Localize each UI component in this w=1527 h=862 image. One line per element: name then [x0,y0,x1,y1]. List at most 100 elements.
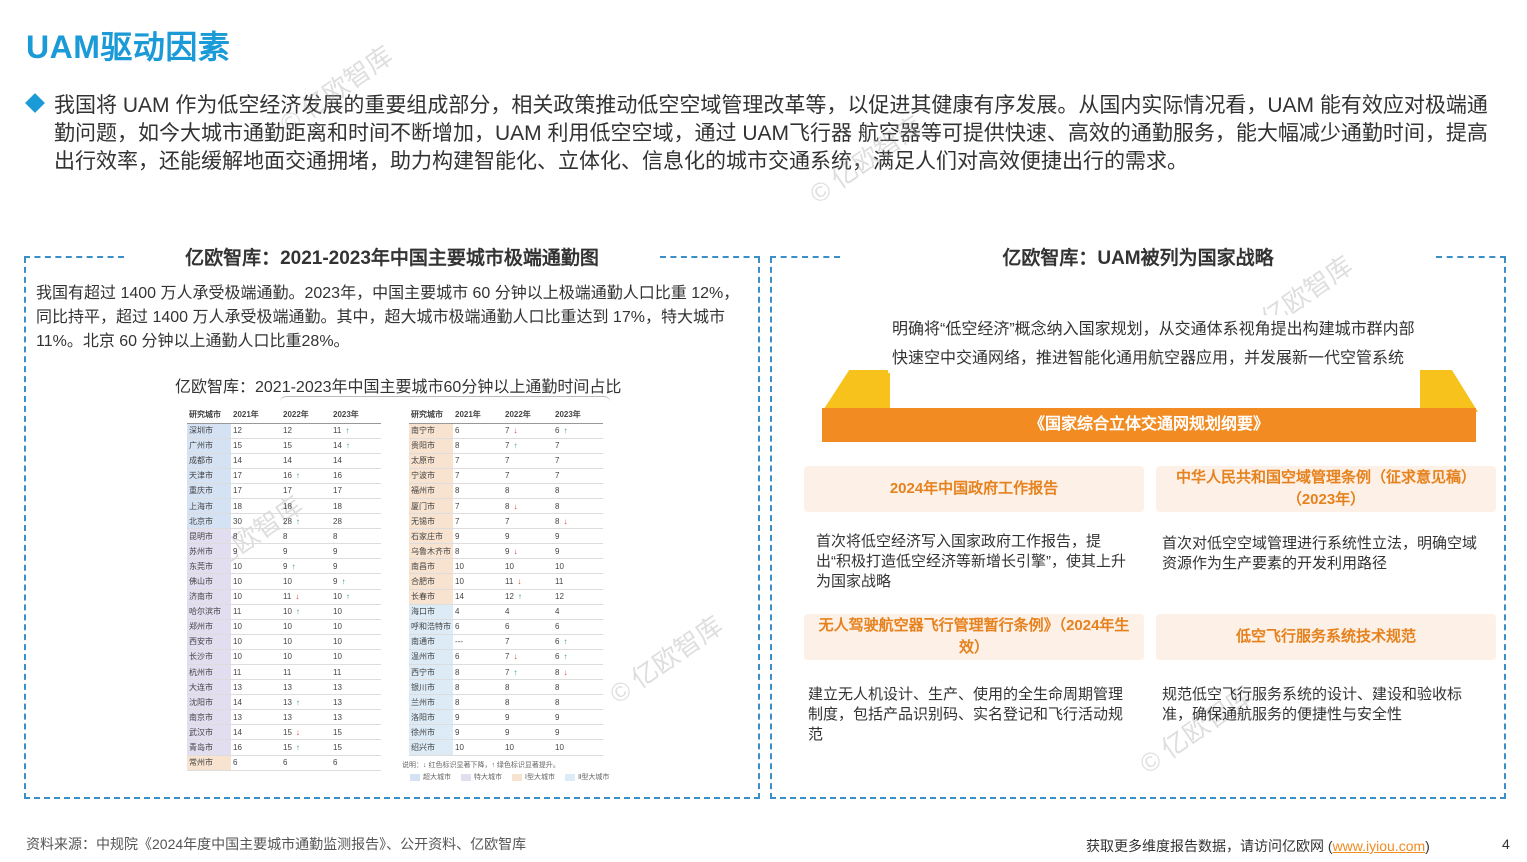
value-cell-2022: 6 [503,619,553,635]
value-text: 13 [283,697,292,707]
table-row: 银川市 8 8 8 [409,679,603,696]
col-header: 2022年 [503,407,553,424]
table-legend-types: 超大城市 特大城市 Ⅰ型大城市 Ⅱ型大城市 [402,772,609,782]
value-text: 7 [555,471,560,481]
value-text: 10 [233,592,242,602]
value-text: 6 [233,758,238,768]
value-cell-2021: 10 [453,558,503,575]
value-text: 7 [505,441,510,451]
value-text: 10 [233,561,242,571]
table-row: 贵阳市 8 7 ↑ 7 [409,438,603,454]
city-cell: 重庆市 [187,483,231,499]
value-text: 8 [555,682,560,692]
value-text: 18 [233,501,242,511]
value-cell-2023: 9 [553,543,603,560]
value-text: 14 [283,456,292,466]
value-cell-2022: 12 ↑ [503,589,553,605]
value-text: 9 [555,546,560,556]
table-row: 广州市 15 15 14 ↑ [187,438,381,454]
value-cell-2023: 10 [331,649,381,666]
value-cell-2023: 15 [331,724,381,741]
value-cell-2022: 13 ↑ [281,694,331,711]
source-note: 资料来源：中规院《2024年度中国主要城市通勤监测报告》、公开资料、亿欧智库 [26,836,527,852]
value-cell-2021: 7 [453,453,503,469]
value-text: 18 [283,501,292,511]
value-cell-2022: 8 [503,679,553,696]
value-cell-2023: 10 ↑ [331,589,381,605]
legend-label: 超大城市 [423,774,451,781]
value-cell-2023: 6 ↑ [553,423,603,439]
arrow-up-icon: ↑ [295,607,300,617]
value-cell-2021: 9 [453,724,503,741]
table-row: 昆明市 8 8 8 [187,528,381,545]
value-text: 13 [283,682,292,692]
table-row: 石家庄市 9 9 9 [409,528,603,545]
arrow-down-icon: ↓ [295,592,300,602]
city-cell: 佛山市 [187,573,231,590]
value-cell-2021: 10 [231,573,281,590]
city-cell: 大连市 [187,679,231,696]
arrow-up-icon: ↑ [295,516,300,526]
value-cell-2022: 10 [281,634,331,650]
value-cell-2023: 10 [331,619,381,635]
city-cell: 武汉市 [187,724,231,741]
table-row: 南昌市 10 10 10 [409,558,603,575]
table-row: 厦门市 7 8 ↓ 8 [409,498,603,515]
value-cell-2022: 13 [281,709,331,726]
value-cell-2021: 13 [231,679,281,696]
value-cell-2022: 7 ↓ [503,649,553,666]
card-text-gov-report: 首次将低空经济写入国家政府工作报告，提出“积极打造低空经济等新增长引擎”，使其上… [816,533,1126,590]
value-text: 10 [333,592,342,602]
table-row: 青岛市 16 15 ↑ 15 [187,739,381,756]
city-cell: 深圳市 [187,423,231,439]
table-row: 合肥市 10 11 ↓ 11 [409,573,603,590]
value-cell-2022: 9 [503,709,553,726]
arrow-up-icon: ↑ [345,592,350,602]
city-cell: 南通市 [409,634,453,650]
commute-table-left: 研究城市 2021年 2022年 2023年 深圳市 12 12 11 ↑ 广州市 15 15… [187,407,381,771]
value-text: 11 [333,667,342,677]
value-text: 6 [333,758,338,768]
iyiou-link[interactable]: www.iyiou.com [1333,838,1426,854]
arrow-up-icon: ↑ [341,576,346,586]
value-text: 17 [233,471,242,481]
value-text: 9 [455,531,460,541]
value-text: 11 [283,667,292,677]
value-text: 9 [283,546,288,556]
value-text: 14 [233,456,242,466]
value-cell-2021: 9 [231,543,281,560]
value-text: 4 [505,607,510,617]
value-cell-2023: 16 [331,468,381,484]
value-cell-2021: 14 [231,724,281,741]
value-cell-2022: 11 [281,664,331,681]
city-cell: 广州市 [187,438,231,454]
value-cell-2022: 28 ↑ [281,513,331,530]
city-cell: 济南市 [187,589,231,605]
value-cell-2021: 10 [231,634,281,650]
value-text: 10 [283,637,292,647]
value-text: 8 [455,546,460,556]
value-cell-2023: 9 [553,528,603,545]
value-text: 15 [283,727,292,737]
intro-block: 我国将 UAM 作为低空经济发展的重要组成部分，相关政策推动低空空域管理改革等，… [25,92,1498,176]
value-cell-2023: 10 [331,604,381,620]
value-cell-2021: 8 [453,438,503,454]
footer-cta-text: 获取更多维度报告数据，请访问亿欧网 ( [1086,838,1333,854]
arrow-down-icon: ↓ [295,727,300,737]
city-cell: 温州市 [409,649,453,666]
value-cell-2021: 7 [453,468,503,484]
value-text: 13 [333,697,342,707]
value-text: 28 [283,516,292,526]
table-legend-note: 说明：↓ 红色标识显著下降，↑ 绿色标识显著提升。 [402,762,560,769]
card-text-flight-service-spec: 规范低空飞行服务系统的设计、建设和验收标准，确保通航服务的便捷性与安全性 [1162,686,1463,723]
value-cell-2021: 17 [231,483,281,499]
city-cell: 厦门市 [409,498,453,515]
value-cell-2021: 8 [231,528,281,545]
value-cell-2022: 9 [503,724,553,741]
value-text: 28 [333,516,342,526]
table-row: 济南市 10 11 ↓ 10 ↑ [187,589,381,605]
value-text: 9 [555,727,560,737]
city-cell: 银川市 [409,679,453,696]
card-title-uav-regulation: 无人驾驶航空器飞行管理暂行条例》（2024年生效） [804,614,1144,660]
value-cell-2021: 18 [231,498,281,515]
